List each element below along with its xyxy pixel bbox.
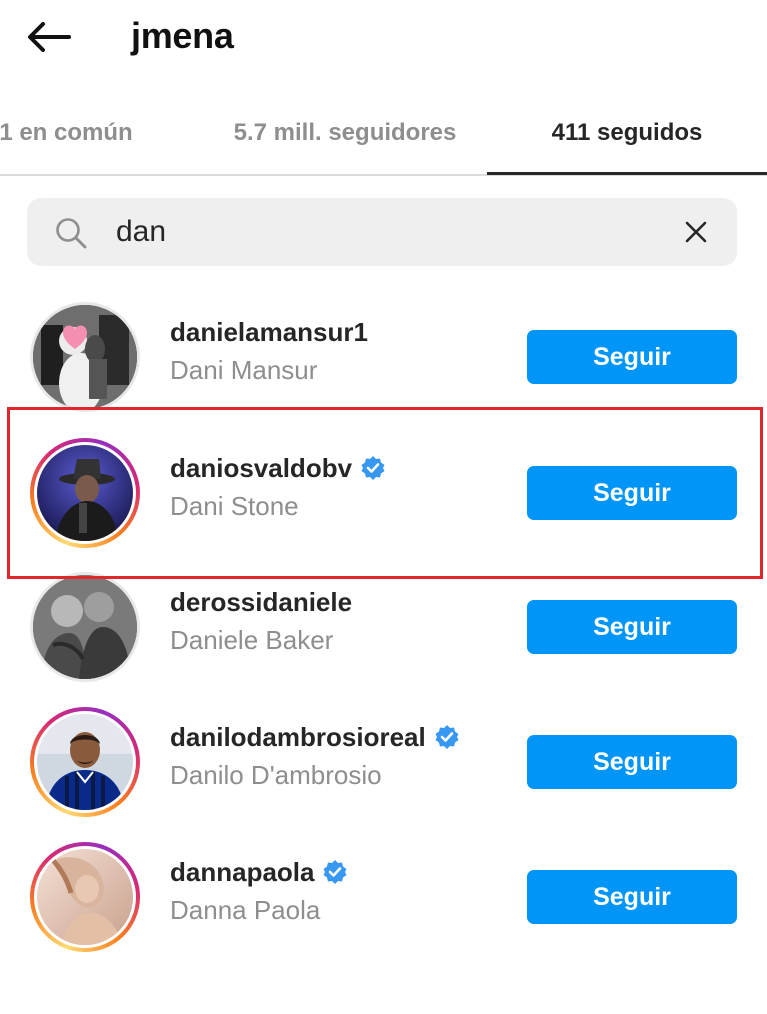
username-text: danielamansur1	[170, 317, 368, 347]
verified-badge-icon	[435, 725, 459, 749]
follow-button[interactable]: Seguir	[527, 466, 737, 520]
active-tab-indicator	[487, 172, 767, 175]
username[interactable]: derossidaniele	[170, 584, 352, 620]
full-name: Dani Mansur	[170, 355, 318, 385]
search-input[interactable]	[116, 208, 636, 256]
account-row[interactable]: dannapaola Danna Paola Seguir	[0, 830, 767, 964]
profile-photo	[37, 849, 133, 945]
close-icon	[685, 221, 707, 243]
tab-mutual[interactable]: 11 en común	[0, 92, 180, 174]
follow-button[interactable]: Seguir	[527, 330, 737, 384]
verified-badge-icon	[323, 860, 347, 884]
avatar[interactable]	[30, 842, 140, 952]
avatar[interactable]	[30, 707, 140, 817]
profile-photo	[33, 305, 137, 409]
page-title: jmena	[131, 15, 234, 56]
profile-photo	[33, 575, 137, 679]
tab-bar: 11 en común 5.7 mill. seguidores 411 seg…	[0, 92, 767, 176]
avatar[interactable]	[30, 572, 140, 682]
search-icon	[56, 218, 87, 249]
username[interactable]: danielamansur1	[170, 314, 368, 350]
header: jmena	[0, 0, 767, 80]
full-name: Dani Stone	[170, 491, 299, 521]
follow-button[interactable]: Seguir	[527, 870, 737, 924]
account-row[interactable]: danilodambrosioreal Danilo D'ambrosio Se…	[0, 695, 767, 829]
follow-button[interactable]: Seguir	[527, 600, 737, 654]
full-name: Daniele Baker	[170, 625, 334, 655]
username[interactable]: danilodambrosioreal	[170, 719, 460, 755]
avatar[interactable]	[30, 302, 140, 412]
tab-following[interactable]: 411 seguidos	[487, 92, 767, 174]
username-text: dannapaola	[170, 857, 315, 887]
verified-badge-icon	[361, 456, 385, 480]
clear-search-button[interactable]	[676, 212, 716, 252]
account-row[interactable]: danielamansur1 Dani Mansur Seguir	[0, 290, 767, 424]
username-text: derossidaniele	[170, 587, 353, 617]
follow-button[interactable]: Seguir	[527, 735, 737, 789]
arrow-left-icon	[28, 22, 71, 52]
avatar[interactable]	[30, 438, 140, 548]
back-button[interactable]	[24, 14, 74, 60]
username-text: daniosvaldobv	[170, 453, 353, 483]
profile-photo	[37, 445, 133, 541]
full-name: Danilo D'ambrosio	[170, 760, 382, 790]
username[interactable]: daniosvaldobv	[170, 450, 386, 486]
username-text: danilodambrosioreal	[170, 722, 426, 752]
account-row[interactable]: derossidaniele Daniele Baker Seguir	[0, 560, 767, 694]
username[interactable]: dannapaola	[170, 854, 348, 890]
full-name: Danna Paola	[170, 895, 321, 925]
tab-followers[interactable]: 5.7 mill. seguidores	[200, 92, 490, 174]
profile-photo	[37, 714, 133, 810]
account-row[interactable]: daniosvaldobv Dani Stone Seguir	[0, 426, 767, 560]
